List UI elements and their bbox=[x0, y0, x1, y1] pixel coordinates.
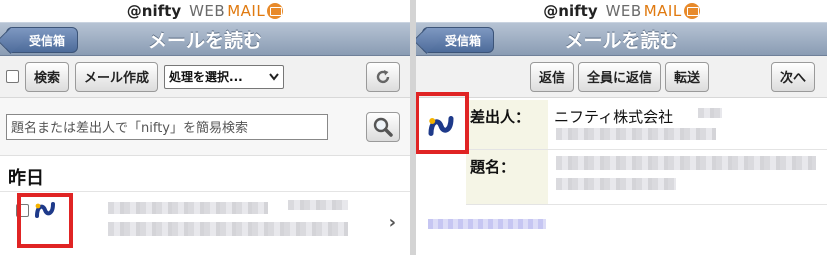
page-title: メールを読む bbox=[564, 29, 679, 52]
brand-header: @nifty WEB MAIL bbox=[416, 0, 827, 22]
from-value: ニフティ株式会社 bbox=[554, 108, 674, 126]
brand-header: @nifty WEB MAIL bbox=[0, 0, 410, 22]
refresh-button[interactable] bbox=[366, 61, 400, 92]
quick-search-button[interactable] bbox=[366, 111, 400, 142]
compose-button[interactable]: メール作成 bbox=[75, 61, 159, 92]
title-bar: 受信箱 メールを読む bbox=[416, 22, 827, 56]
next-button[interactable]: 次へ bbox=[770, 61, 815, 92]
brand-nifty: @nifty bbox=[543, 2, 598, 20]
title-bar: 受信箱 メールを読む bbox=[0, 22, 410, 56]
from-extra-redacted bbox=[698, 108, 722, 118]
search-button[interactable]: 検索 bbox=[25, 61, 70, 92]
back-button-label: 受信箱 bbox=[29, 33, 66, 48]
back-button-label: 受信箱 bbox=[445, 33, 482, 48]
subject-label: 題名： bbox=[466, 150, 548, 204]
chevron-down-icon bbox=[269, 72, 279, 81]
quick-search-input[interactable]: 題名または差出人で「nifty」を簡易検索 bbox=[6, 113, 328, 140]
mail-icon bbox=[267, 3, 284, 19]
chevron-right-icon: › bbox=[388, 212, 396, 233]
mail-read-pane: @nifty WEB MAIL 受信箱 メールを読む 返信 全員に返信 転送 次… bbox=[416, 0, 827, 255]
reply-button[interactable]: 返信 bbox=[530, 61, 575, 92]
refresh-icon bbox=[376, 69, 390, 83]
highlight-box bbox=[416, 92, 469, 154]
action-select[interactable]: 処理を選択... bbox=[164, 64, 285, 89]
date-section-heading: 昨日 bbox=[0, 156, 410, 192]
highlight-box bbox=[17, 193, 73, 248]
from-address-redacted bbox=[556, 128, 716, 140]
subject-line1-redacted bbox=[556, 156, 816, 170]
forward-button[interactable]: 転送 bbox=[665, 61, 710, 92]
message-header: 差出人： ニフティ株式会社 題名： bbox=[466, 100, 827, 205]
from-row: 差出人： ニフティ株式会社 bbox=[466, 100, 827, 150]
magnifier-icon bbox=[373, 117, 393, 137]
list-toolbar: 検索 メール作成 処理を選択... bbox=[0, 56, 410, 98]
quick-search-bar: 題名または差出人で「nifty」を簡易検索 bbox=[0, 98, 410, 156]
brand-web: WEB bbox=[189, 2, 226, 20]
mail-item-subject-redacted bbox=[108, 222, 348, 236]
subject-row: 題名： bbox=[466, 150, 827, 205]
brand-web: WEB bbox=[605, 2, 642, 20]
page-title: メールを読む bbox=[147, 29, 262, 52]
mail-item-date-redacted bbox=[288, 200, 348, 210]
mail-list-pane: @nifty WEB MAIL 受信箱 メールを読む 検索 メール作成 処理を選… bbox=[0, 0, 410, 255]
brand-nifty: @nifty bbox=[126, 2, 182, 20]
brand-mail: MAIL bbox=[227, 2, 266, 20]
from-value-cell: ニフティ株式会社 bbox=[548, 100, 827, 149]
reply-all-button[interactable]: 全員に返信 bbox=[578, 61, 662, 92]
action-select-value: 処理を選択... bbox=[169, 70, 243, 84]
mail-item-sender-redacted bbox=[108, 202, 268, 214]
subject-value-cell bbox=[548, 150, 827, 204]
body-link-redacted[interactable] bbox=[428, 219, 546, 229]
select-all-checkbox[interactable] bbox=[6, 70, 19, 83]
from-label: 差出人： bbox=[466, 100, 548, 149]
message-toolbar: 返信 全員に返信 転送 次へ bbox=[416, 56, 827, 98]
mail-icon bbox=[683, 3, 700, 19]
back-button[interactable]: 受信箱 bbox=[422, 27, 495, 53]
subject-line2-redacted bbox=[556, 178, 676, 190]
brand-mail: MAIL bbox=[643, 2, 682, 20]
back-button[interactable]: 受信箱 bbox=[6, 27, 79, 53]
